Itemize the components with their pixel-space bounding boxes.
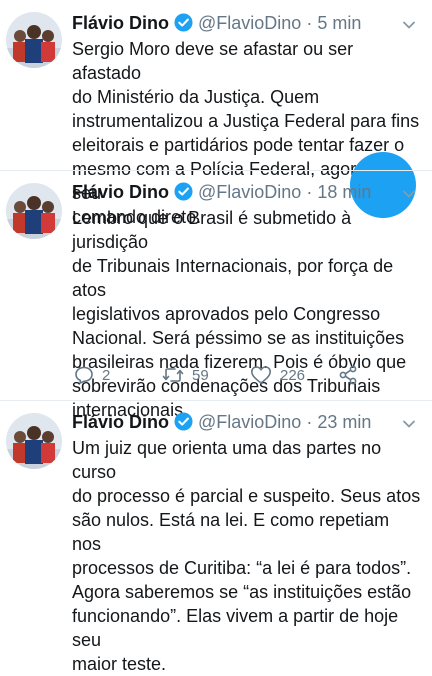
- tweet-1[interactable]: Flávio Dino @FlavioDino · 5 min Sergio Mo…: [0, 0, 432, 227]
- tweet-text-line: Um juiz que orienta uma das partes no cu…: [72, 438, 382, 482]
- share-icon: [339, 365, 357, 385]
- retweet-icon: [162, 368, 184, 382]
- tweet-text-line: do Ministério da Justiça. Quem: [72, 87, 320, 107]
- timestamp[interactable]: 18 min: [317, 182, 371, 202]
- tweet-text-line: Agora saberemos se “as instituições estã…: [72, 582, 412, 602]
- tweet-text: Lembro que o Brasil é submetido à jurisd…: [72, 206, 422, 422]
- tweet-text-line: Lembro que o Brasil é submetido à jurisd…: [72, 208, 352, 252]
- reply-count: 2: [102, 366, 111, 384]
- tweet-text-line: Sergio Moro deve se afastar ou ser afast…: [72, 39, 354, 83]
- tweet-text-line: funcionando”. Elas vivem a partir de hoj…: [72, 606, 399, 650]
- chevron-down-icon[interactable]: [402, 18, 416, 32]
- tweet-actions: 2 59 226: [74, 364, 414, 386]
- tweet-text-line: maior teste.: [72, 654, 167, 674]
- retweet-button[interactable]: 59: [162, 364, 209, 386]
- like-count: 226: [280, 366, 306, 384]
- tweet-text-line: são nulos. Está na lei. E como repetiam …: [72, 510, 390, 554]
- reply-button[interactable]: 2: [74, 364, 110, 386]
- avatar[interactable]: [6, 183, 62, 239]
- tweet-text: Um juiz que orienta uma das partes no cu…: [72, 436, 422, 676]
- reply-icon: [75, 366, 93, 384]
- timestamp[interactable]: 5 min: [317, 13, 361, 33]
- tweet-text-line: eleitorais e partidários pode tentar faz…: [72, 135, 405, 155]
- timestamp[interactable]: 23 min: [317, 412, 371, 432]
- tweet-text-line: legislativos aprovados pelo Congresso: [72, 304, 381, 324]
- author-handle[interactable]: @FlavioDino: [198, 182, 301, 202]
- heart-icon: [251, 366, 271, 384]
- tweet-text-line: de Tribunais Internacionais, por força d…: [72, 256, 394, 300]
- tweet-text-line: do processo é parcial e suspeito. Seus a…: [72, 486, 421, 506]
- avatar[interactable]: [6, 12, 62, 68]
- tweet-text-line: instrumentalizou a Justiça Federal para …: [72, 111, 420, 131]
- author-name[interactable]: Flávio Dino: [72, 13, 169, 33]
- author-handle[interactable]: @FlavioDino: [198, 13, 301, 33]
- tweet-text-line: Nacional. Será péssimo se as instituiçõe…: [72, 328, 405, 348]
- verified-badge-icon: [174, 412, 193, 436]
- tweet-text-line: processos de Curitiba: “a lei é para tod…: [72, 558, 412, 578]
- verified-badge-icon: [174, 13, 193, 37]
- chevron-down-icon[interactable]: [402, 187, 416, 201]
- avatar[interactable]: [6, 413, 62, 469]
- author-name[interactable]: Flávio Dino: [72, 182, 169, 202]
- author-name[interactable]: Flávio Dino: [72, 412, 169, 432]
- chevron-down-icon[interactable]: [402, 417, 416, 431]
- like-button[interactable]: 226: [250, 364, 305, 386]
- verified-badge-icon: [174, 182, 193, 206]
- tweet-3[interactable]: Flávio Dino @FlavioDino · 23 min Um juiz …: [0, 401, 432, 674]
- author-handle[interactable]: @FlavioDino: [198, 412, 301, 432]
- share-button[interactable]: [338, 364, 358, 386]
- retweet-count: 59: [192, 366, 209, 384]
